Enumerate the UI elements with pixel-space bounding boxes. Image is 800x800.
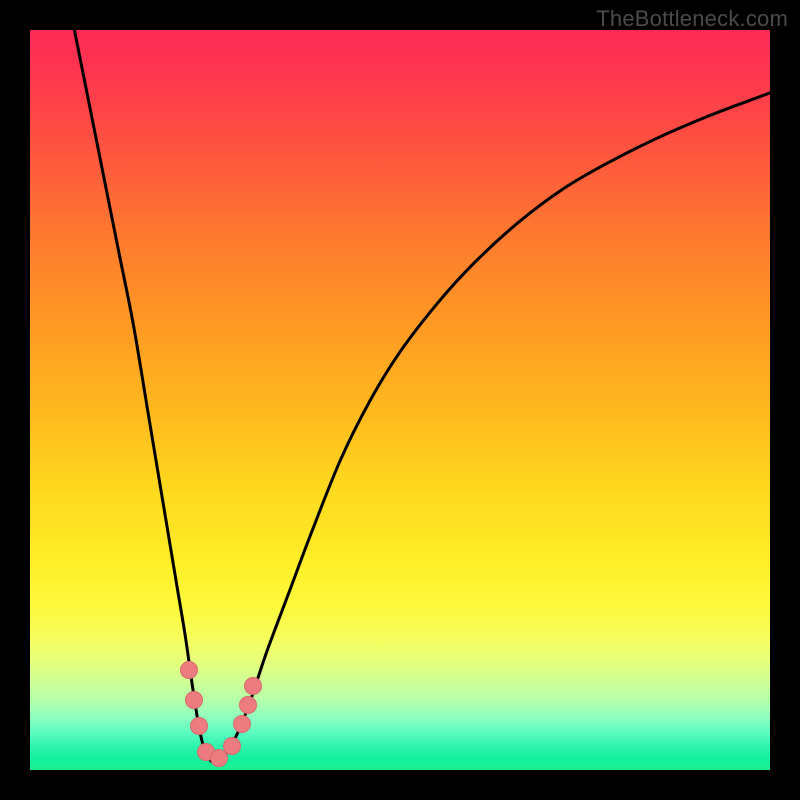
bottleneck-curve <box>30 30 770 770</box>
data-point-marker <box>244 677 262 695</box>
watermark-text: TheBottleneck.com <box>596 6 788 32</box>
data-point-marker <box>223 737 241 755</box>
plot-area <box>30 30 770 770</box>
data-point-marker <box>239 696 257 714</box>
chart-frame: TheBottleneck.com <box>0 0 800 800</box>
data-point-marker <box>180 661 198 679</box>
data-point-marker <box>185 691 203 709</box>
data-point-marker <box>190 717 208 735</box>
data-point-marker <box>233 715 251 733</box>
